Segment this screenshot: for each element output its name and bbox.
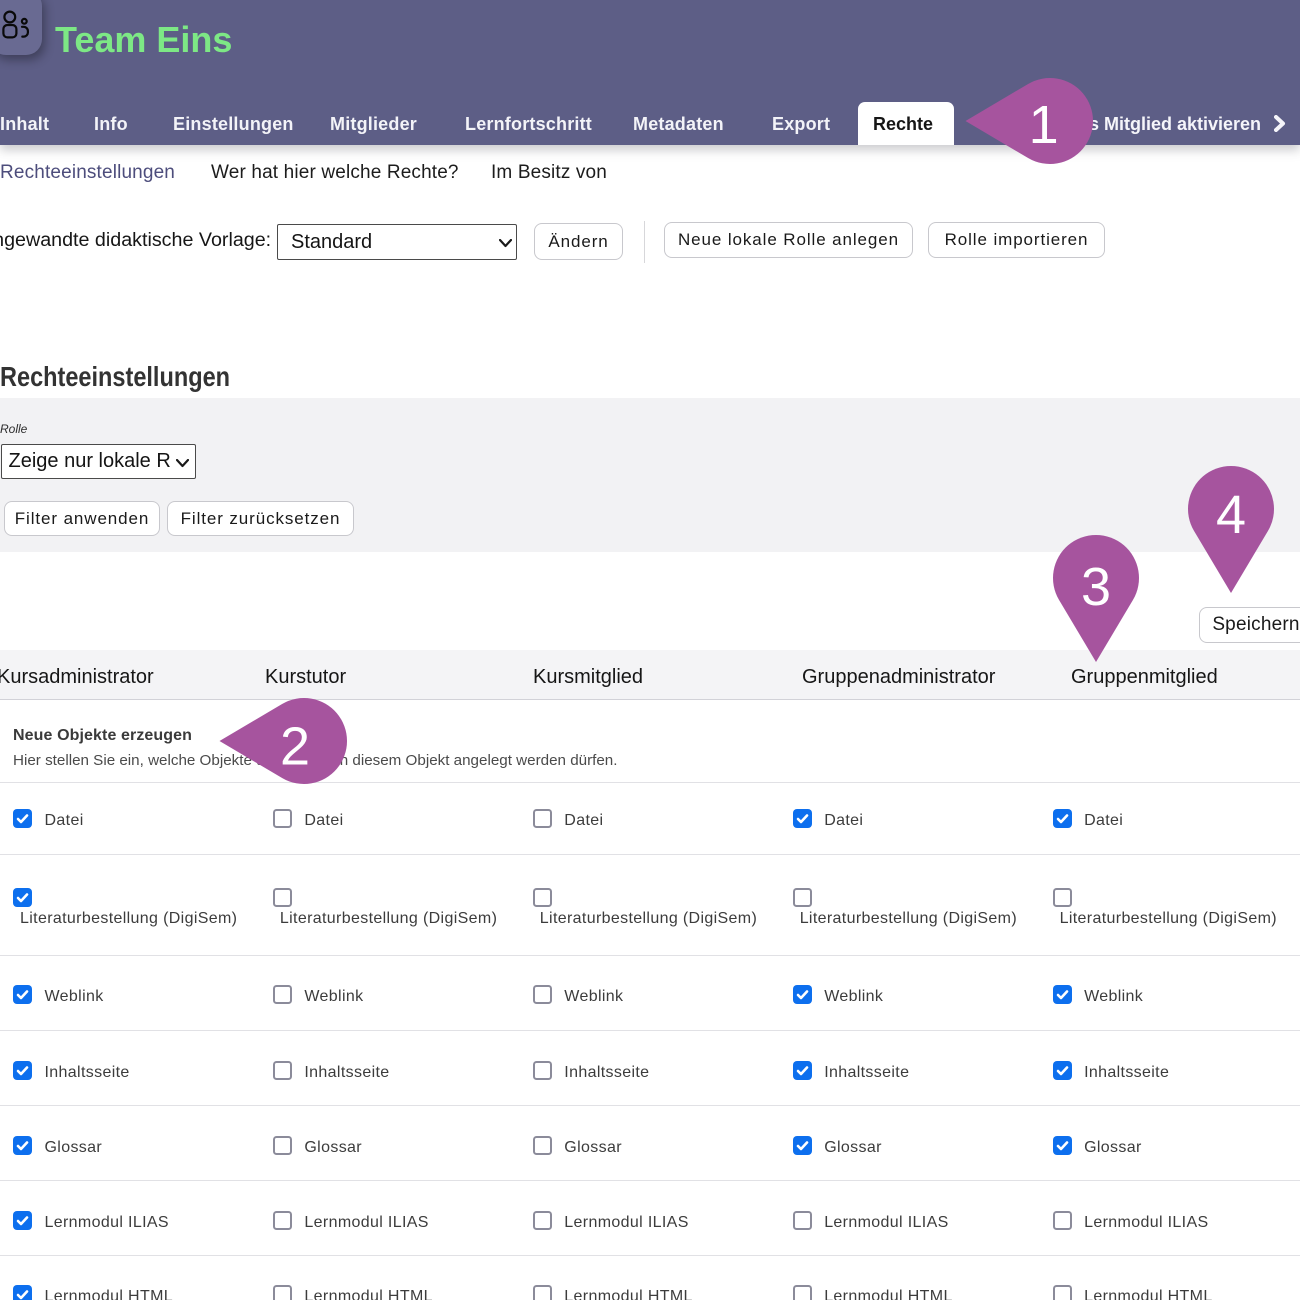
svg-text:3: 3 (1081, 557, 1111, 617)
svg-text:4: 4 (1216, 485, 1246, 545)
svg-text:1: 1 (1028, 95, 1058, 155)
svg-text:2: 2 (280, 717, 310, 777)
